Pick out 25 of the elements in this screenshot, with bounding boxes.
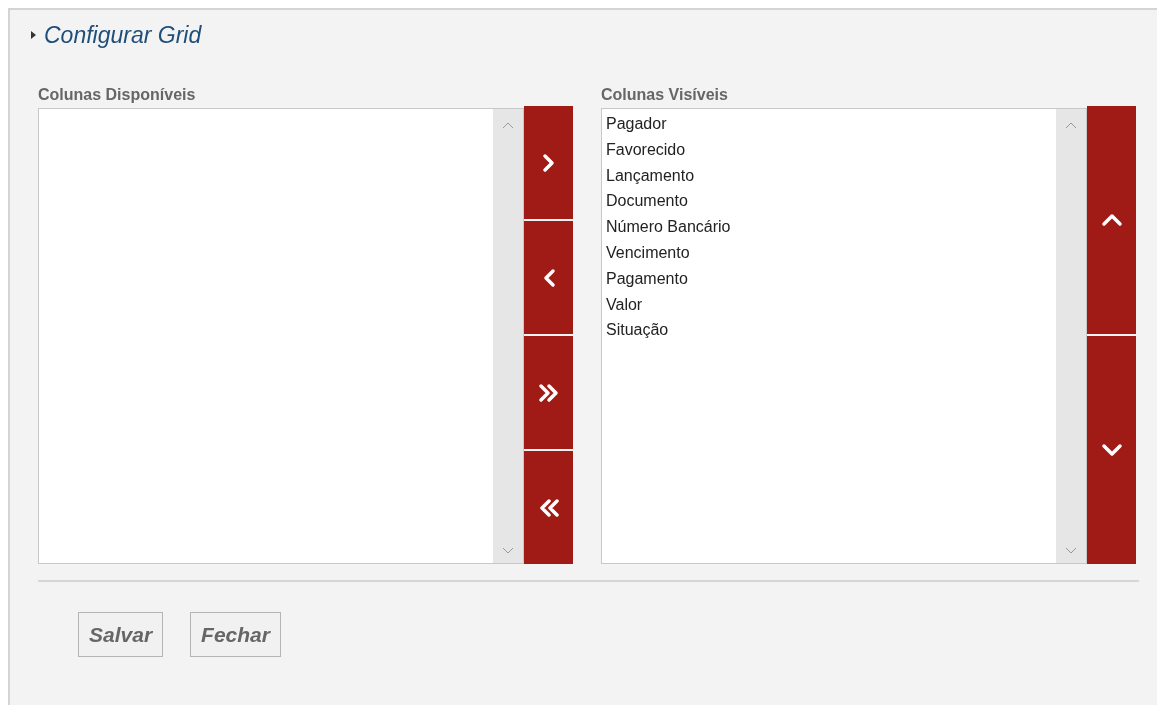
scroll-down-icon[interactable] [1065, 547, 1077, 555]
move-all-right-button[interactable] [524, 336, 573, 449]
list-item[interactable]: Vencimento [606, 240, 1052, 266]
section-title[interactable]: Configurar Grid [44, 21, 202, 49]
list-item[interactable]: Documento [606, 188, 1052, 215]
expand-arrow-icon[interactable] [30, 31, 36, 39]
scrollbar[interactable] [1056, 109, 1086, 563]
scroll-up-icon[interactable] [1065, 121, 1077, 129]
list-item[interactable]: Favorecido [606, 136, 1052, 163]
list-item[interactable]: Situação [606, 317, 1052, 344]
list-item[interactable]: Pagamento [606, 265, 1052, 292]
scroll-up-icon[interactable] [502, 121, 514, 129]
scrollbar[interactable] [493, 109, 523, 563]
list-label: Colunas Disponíveis [38, 85, 197, 105]
list-item[interactable]: Pagador [606, 111, 1052, 137]
list-item[interactable]: Número Bancário [606, 214, 1052, 240]
move-right-button[interactable] [524, 106, 573, 219]
save-button[interactable]: Salvar [78, 612, 164, 657]
list-item[interactable]: Lançamento [606, 162, 1052, 189]
close-button[interactable]: Fechar [190, 612, 281, 657]
list-label: Colunas Visíveis [601, 85, 729, 105]
scroll-down-icon[interactable] [502, 547, 514, 555]
move-all-left-button[interactable] [524, 451, 573, 564]
visible-list[interactable]: Pagador Favorecido Lançamento Documento Número Bancário Vencimento Pagamento Valor Situação [601, 108, 1087, 564]
list-item[interactable]: Valor [606, 291, 1052, 318]
